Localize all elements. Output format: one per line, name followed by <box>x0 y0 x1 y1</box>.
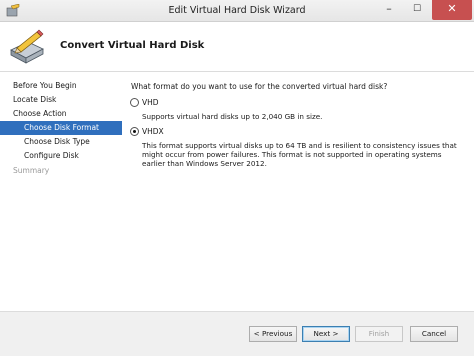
finish-button: Finish <box>355 326 403 342</box>
format-question: What format do you want to use for the c… <box>131 82 388 91</box>
nav-step-before-you-begin[interactable]: Before You Begin <box>0 79 122 93</box>
previous-button[interactable]: < Previous <box>249 326 297 342</box>
vhdx-radio[interactable] <box>130 127 139 136</box>
vhd-radio[interactable] <box>130 98 139 107</box>
vhdx-option-description: This format supports virtual disks up to… <box>142 141 457 168</box>
maximize-button[interactable]: ☐ <box>404 0 430 20</box>
vhdx-option-label[interactable]: VHDX <box>142 127 164 136</box>
nav-step-locate-disk[interactable]: Locate Disk <box>0 93 122 107</box>
wizard-step-nav: Before You Begin Locate Disk Choose Acti… <box>0 73 122 311</box>
wizard-content: What format do you want to use for the c… <box>122 73 474 311</box>
cancel-button[interactable]: Cancel <box>410 326 458 342</box>
wizard-footer: < Previous Next > Finish Cancel <box>0 311 474 356</box>
page-title: Convert Virtual Hard Disk <box>60 40 205 51</box>
hard-disk-pencil-icon <box>10 29 44 64</box>
nav-step-configure-disk[interactable]: Configure Disk <box>0 149 122 163</box>
nav-step-choose-disk-type[interactable]: Choose Disk Type <box>0 135 122 149</box>
nav-step-choose-disk-format[interactable]: Choose Disk Format <box>0 121 122 135</box>
minimize-button[interactable]: – <box>376 0 402 20</box>
wizard-header: Convert Virtual Hard Disk <box>0 22 474 72</box>
next-button[interactable]: Next > <box>302 326 350 342</box>
window-title: Edit Virtual Hard Disk Wizard <box>168 5 306 16</box>
close-button[interactable]: ✕ <box>432 0 472 20</box>
title-bar: Edit Virtual Hard Disk Wizard – ☐ ✕ <box>0 0 474 22</box>
nav-step-choose-action[interactable]: Choose Action <box>0 107 122 121</box>
nav-step-summary: Summary <box>13 166 50 175</box>
vhd-option-label[interactable]: VHD <box>142 98 159 107</box>
vhd-option-description: Supports virtual hard disks up to 2,040 … <box>142 112 323 121</box>
